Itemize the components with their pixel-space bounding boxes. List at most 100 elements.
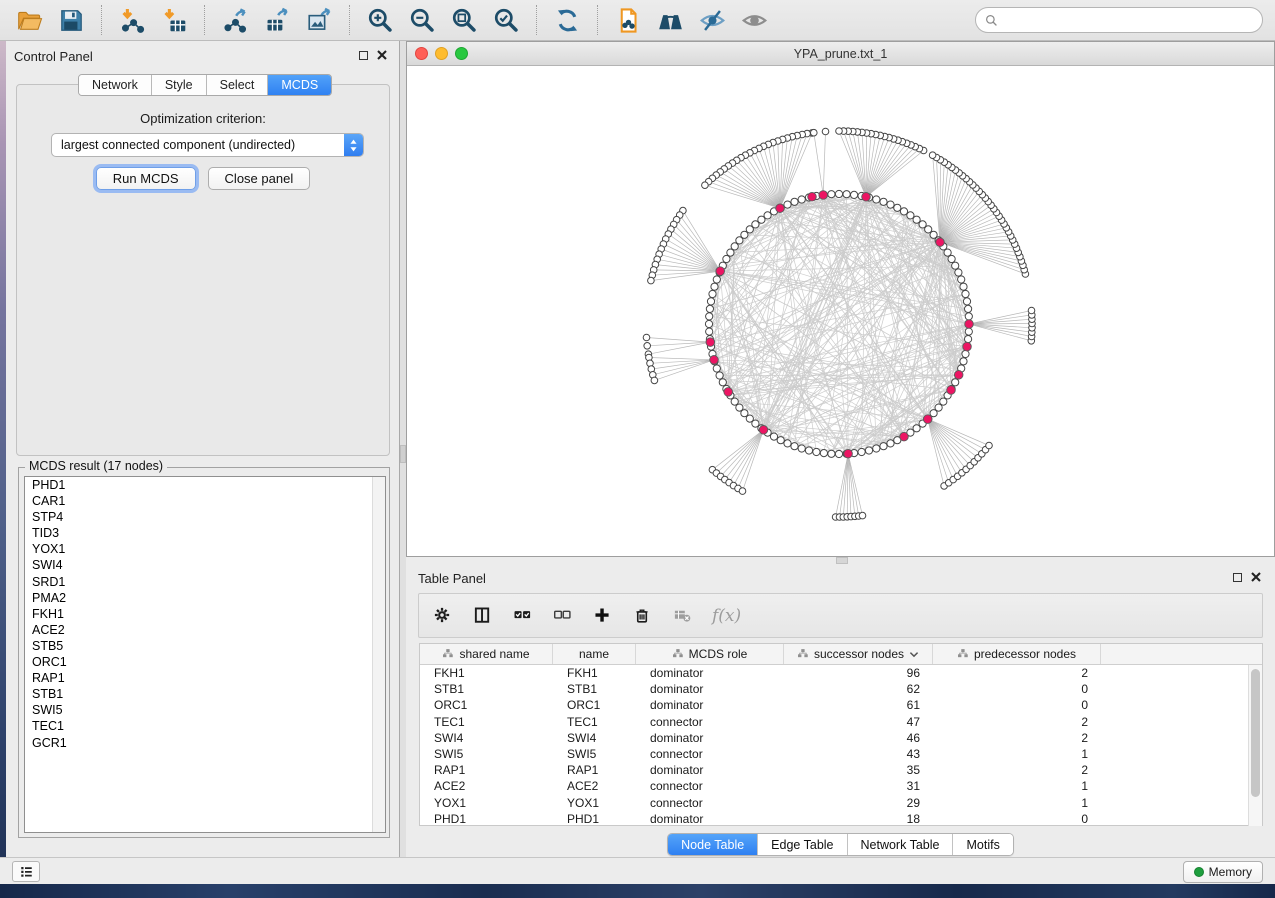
- tab-style[interactable]: Style: [152, 75, 207, 95]
- export-network-button[interactable]: [217, 2, 253, 38]
- mcds-result-item[interactable]: FKH1: [25, 606, 385, 622]
- memory-button[interactable]: Memory: [1183, 861, 1263, 883]
- tab-network-table[interactable]: Network Table: [848, 834, 954, 855]
- open-folder-button[interactable]: [11, 2, 47, 38]
- export-image-button[interactable]: [301, 2, 337, 38]
- clear-table-button[interactable]: [672, 606, 692, 626]
- import-network-button[interactable]: [114, 2, 150, 38]
- mcds-result-item[interactable]: ACE2: [25, 622, 385, 638]
- mcds-result-item[interactable]: TID3: [25, 525, 385, 541]
- mcds-result-item[interactable]: STP4: [25, 509, 385, 525]
- table-row[interactable]: RAP1RAP1dominator352: [420, 762, 1248, 778]
- import-table-button[interactable]: [156, 2, 192, 38]
- table-cell: ACE2: [420, 779, 553, 793]
- close-panel-button[interactable]: Close panel: [208, 167, 311, 190]
- close-panel-icon[interactable]: [377, 50, 387, 60]
- table-scrollbar[interactable]: [1248, 665, 1262, 826]
- delete-row-button[interactable]: [632, 606, 652, 626]
- run-mcds-button[interactable]: Run MCDS: [96, 167, 196, 190]
- search-box[interactable]: [975, 7, 1263, 33]
- float-table-panel-icon[interactable]: [1233, 573, 1242, 582]
- mcds-result-item[interactable]: RAP1: [25, 670, 385, 686]
- mcds-result-item[interactable]: SWI5: [25, 702, 385, 718]
- minimize-window-icon[interactable]: [435, 47, 448, 60]
- import-table-icon: [161, 7, 188, 34]
- table-row[interactable]: YOX1YOX1connector291: [420, 795, 1248, 811]
- horizontal-splitter-grip[interactable]: [836, 557, 848, 564]
- table-row[interactable]: SWI5SWI5connector431: [420, 746, 1248, 762]
- criterion-dropdown[interactable]: largest connected component (undirected): [51, 133, 364, 157]
- gear-button[interactable]: [432, 606, 452, 626]
- maximize-window-icon[interactable]: [455, 47, 468, 60]
- table-row[interactable]: STB1STB1dominator620: [420, 681, 1248, 697]
- close-table-panel-icon[interactable]: [1251, 572, 1261, 582]
- table-row[interactable]: ORC1ORC1dominator610: [420, 697, 1248, 713]
- function-builder-label[interactable]: f(x): [712, 606, 741, 626]
- mcds-result-title: MCDS result (17 nodes): [25, 459, 167, 473]
- cytoscape-app: Control Panel NetworkStyleSelectMCDS Opt…: [0, 0, 1275, 898]
- mcds-result-item[interactable]: CAR1: [25, 493, 385, 509]
- table-cell: 96: [784, 666, 933, 680]
- mcds-result-item[interactable]: PHD1: [25, 477, 385, 493]
- hide-selected-button[interactable]: [694, 2, 730, 38]
- export-table-button[interactable]: [259, 2, 295, 38]
- tab-mcds[interactable]: MCDS: [268, 75, 331, 95]
- search-input[interactable]: [999, 13, 1254, 27]
- mcds-result-item[interactable]: SWI4: [25, 557, 385, 573]
- network-canvas[interactable]: [407, 66, 1274, 556]
- column-header-mcds-role[interactable]: MCDS role: [636, 644, 784, 664]
- save-button[interactable]: [53, 2, 89, 38]
- network-search-button[interactable]: [652, 2, 688, 38]
- tab-select[interactable]: Select: [207, 75, 269, 95]
- add-row-button[interactable]: [592, 606, 612, 626]
- table-cell: STB1: [420, 682, 553, 696]
- zoom-in-icon: [367, 7, 394, 34]
- table-row[interactable]: PHD1PHD1dominator180: [420, 811, 1248, 825]
- zoom-in-button[interactable]: [362, 2, 398, 38]
- column-header-predecessor-nodes[interactable]: predecessor nodes: [933, 644, 1101, 664]
- zoom-fit-button[interactable]: [446, 2, 482, 38]
- table-row[interactable]: SWI4SWI4dominator462: [420, 730, 1248, 746]
- tab-network[interactable]: Network: [79, 75, 152, 95]
- column-label: MCDS role: [689, 647, 748, 661]
- mcds-result-list[interactable]: PHD1CAR1STP4TID3YOX1SWI4SRD1PMA2FKH1ACE2…: [24, 476, 386, 833]
- table-row[interactable]: FKH1FKH1dominator962: [420, 665, 1248, 681]
- select-all-button[interactable]: [512, 606, 532, 626]
- network-titlebar[interactable]: YPA_prune.txt_1: [407, 42, 1274, 66]
- mcds-result-item[interactable]: GCR1: [25, 735, 385, 751]
- column-view-button[interactable]: [472, 606, 492, 626]
- table-scrollbar-thumb[interactable]: [1251, 669, 1260, 797]
- table-cell: 35: [784, 763, 933, 777]
- tab-node-table[interactable]: Node Table: [668, 834, 758, 855]
- table-cell: 0: [933, 812, 1101, 825]
- mcds-result-item[interactable]: SRD1: [25, 574, 385, 590]
- mcds-list-scrollbar[interactable]: [372, 477, 385, 832]
- table-cell: dominator: [636, 763, 784, 777]
- mcds-result-item[interactable]: TEC1: [25, 718, 385, 734]
- deselect-all-button[interactable]: [552, 606, 572, 626]
- main-toolbar-groups: [8, 2, 775, 38]
- mcds-result-item[interactable]: STB1: [25, 686, 385, 702]
- hide-selected-icon: [699, 7, 726, 34]
- column-header-name[interactable]: name: [553, 644, 636, 664]
- tab-edge-table[interactable]: Edge Table: [758, 834, 847, 855]
- close-window-icon[interactable]: [415, 47, 428, 60]
- network-window: YPA_prune.txt_1: [406, 41, 1275, 557]
- tab-motifs[interactable]: Motifs: [953, 834, 1012, 855]
- table-row[interactable]: ACE2ACE2connector311: [420, 778, 1248, 794]
- show-selected-button[interactable]: [736, 2, 772, 38]
- mcds-result-item[interactable]: STB5: [25, 638, 385, 654]
- mcds-result-item[interactable]: YOX1: [25, 541, 385, 557]
- mcds-result-item[interactable]: ORC1: [25, 654, 385, 670]
- share-document-button[interactable]: [610, 2, 646, 38]
- shared-column-icon: [957, 648, 969, 660]
- table-row[interactable]: TEC1TEC1connector472: [420, 714, 1248, 730]
- zoom-out-button[interactable]: [404, 2, 440, 38]
- column-header-shared-name[interactable]: shared name: [420, 644, 553, 664]
- mcds-result-item[interactable]: PMA2: [25, 590, 385, 606]
- zoom-selected-button[interactable]: [488, 2, 524, 38]
- task-history-button[interactable]: [12, 861, 40, 882]
- column-header-successor-nodes[interactable]: successor nodes: [784, 644, 933, 664]
- refresh-layout-button[interactable]: [549, 2, 585, 38]
- float-panel-icon[interactable]: [359, 51, 368, 60]
